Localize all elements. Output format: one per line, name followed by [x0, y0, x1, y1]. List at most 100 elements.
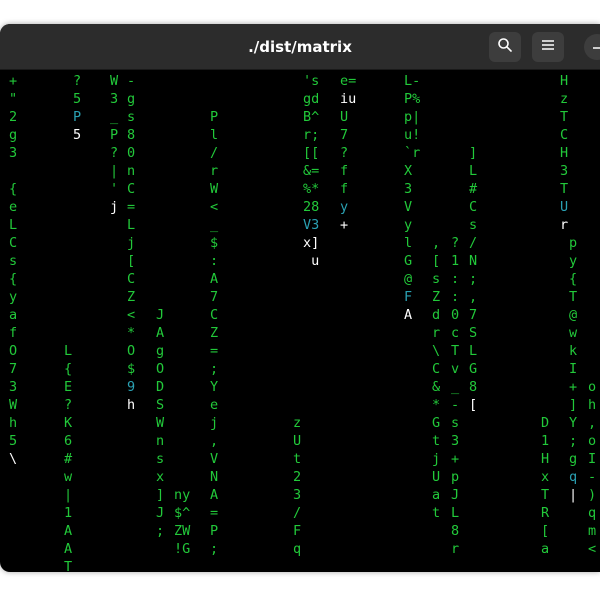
matrix-glyph: o: [588, 379, 597, 395]
matrix-glyph: -: [588, 469, 597, 485]
matrix-glyph: ?: [451, 235, 460, 251]
matrix-glyph: C: [432, 361, 441, 377]
matrix-glyph: z: [293, 415, 302, 431]
matrix-glyph: 3: [451, 433, 460, 449]
minimize-button[interactable]: [584, 34, 600, 60]
matrix-glyph: @: [404, 271, 413, 287]
matrix-glyph: e: [9, 199, 18, 215]
matrix-glyph: h: [127, 397, 136, 413]
matrix-column: W 3 _ P? | ' j: [110, 72, 118, 216]
matrix-glyph: 0: [127, 145, 136, 161]
matrix-glyph: #: [469, 181, 478, 197]
matrix-glyph: t: [432, 433, 441, 449]
matrix-column: 's gd B^ r; [[&= %* 28 V3 x] u: [303, 72, 319, 270]
matrix-glyph: :: [210, 253, 219, 269]
matrix-glyph: ]: [156, 487, 165, 503]
matrix-glyph: r: [451, 541, 460, 557]
matrix-glyph: f: [9, 325, 18, 341]
matrix-glyph: D: [156, 379, 165, 395]
minimize-icon: [592, 38, 600, 56]
matrix-glyph: Z: [210, 325, 219, 341]
matrix-glyph: Z: [432, 289, 441, 305]
matrix-glyph: L: [127, 217, 136, 233]
matrix-glyph: g: [127, 91, 136, 107]
matrix-glyph: I: [569, 361, 578, 377]
matrix-glyph: V3: [303, 217, 320, 233]
matrix-glyph: T: [560, 109, 569, 125]
matrix-glyph: e=: [340, 73, 357, 89]
matrix-glyph: l: [404, 235, 413, 251]
matrix-glyph: a: [432, 487, 441, 503]
matrix-glyph: ;: [210, 361, 219, 377]
matrix-glyph: N: [469, 253, 478, 269]
matrix-glyph: h: [9, 415, 18, 431]
matrix-glyph: L: [9, 217, 18, 233]
matrix-glyph: G: [432, 415, 441, 431]
matrix-glyph: f: [340, 163, 349, 179]
matrix-glyph: \: [9, 451, 18, 467]
matrix-glyph: E: [64, 379, 73, 395]
matrix-glyph: ?: [110, 145, 119, 161]
matrix-glyph: ": [9, 91, 18, 107]
matrix-column: HzTCH3TUr: [560, 72, 568, 234]
matrix-glyph: <: [588, 541, 597, 557]
matrix-glyph: C: [210, 307, 219, 323]
matrix-glyph: ): [588, 487, 597, 503]
menu-button[interactable]: [532, 32, 564, 62]
matrix-glyph: a: [541, 541, 550, 557]
matrix-glyph: {: [9, 271, 18, 287]
matrix-glyph: ]: [469, 145, 478, 161]
matrix-glyph: ;: [569, 433, 578, 449]
matrix-column: ,[s Zd r \ C & * Gt j Ua t: [432, 234, 440, 522]
matrix-glyph: B^: [303, 109, 320, 125]
matrix-column: D 1 Hx T R [a: [541, 414, 549, 558]
matrix-column: p y {T @ w k I +] Y; g q |: [569, 234, 577, 504]
matrix-glyph: 5: [73, 91, 82, 107]
matrix-glyph: q: [569, 469, 578, 485]
matrix-glyph: u: [303, 253, 320, 269]
terminal-window: ./dist/matrix + " 2 g 3 {e L C s {y a …: [0, 24, 600, 572]
matrix-glyph: o: [588, 433, 597, 449]
matrix-glyph: 3: [9, 379, 18, 395]
matrix-glyph: @: [569, 307, 578, 323]
matrix-glyph: 8: [469, 379, 478, 395]
matrix-glyph: O: [127, 343, 136, 359]
matrix-glyph: d: [432, 307, 441, 323]
matrix-glyph: p: [569, 235, 578, 251]
matrix-glyph: P%: [404, 91, 421, 107]
matrix-glyph: ny: [174, 487, 191, 503]
matrix-glyph: A: [156, 325, 165, 341]
matrix-glyph: +: [340, 217, 349, 233]
search-button[interactable]: [489, 32, 521, 62]
matrix-glyph: A: [210, 271, 219, 287]
matrix-glyph: s: [9, 253, 18, 269]
matrix-glyph: p: [451, 469, 460, 485]
matrix-column: z Ut 2 3 / Fq: [293, 414, 301, 558]
matrix-glyph: H: [541, 451, 550, 467]
matrix-glyph: P: [73, 109, 82, 125]
matrix-column: L{E? K 6 # w | 1 A A T: [64, 342, 72, 572]
matrix-glyph: g: [9, 127, 18, 143]
matrix-glyph: X: [404, 163, 413, 179]
matrix-glyph: 3: [404, 181, 413, 197]
matrix-glyph: 5: [73, 127, 82, 143]
matrix-glyph: !G: [174, 541, 191, 557]
matrix-glyph: /: [293, 505, 302, 521]
matrix-glyph: ,: [210, 433, 219, 449]
matrix-glyph: l: [210, 127, 219, 143]
matrix-glyph: :: [451, 271, 460, 287]
matrix-glyph: T: [541, 487, 550, 503]
title-bar: ./dist/matrix: [0, 24, 600, 70]
matrix-glyph: e: [210, 397, 219, 413]
matrix-glyph: <: [127, 307, 136, 323]
matrix-glyph: G: [469, 361, 478, 377]
matrix-glyph: +: [9, 73, 18, 89]
matrix-glyph: 8: [451, 523, 460, 539]
matrix-column: Pl / r W < _ $: A 7 C Z =; Ye j, V N A = P;: [210, 108, 218, 558]
matrix-glyph: A: [210, 487, 219, 503]
matrix-glyph: A: [64, 541, 73, 557]
matrix-glyph: D: [541, 415, 550, 431]
matrix-glyph: g: [156, 343, 165, 359]
matrix-glyph: Y: [569, 415, 578, 431]
matrix-glyph: N: [210, 469, 219, 485]
